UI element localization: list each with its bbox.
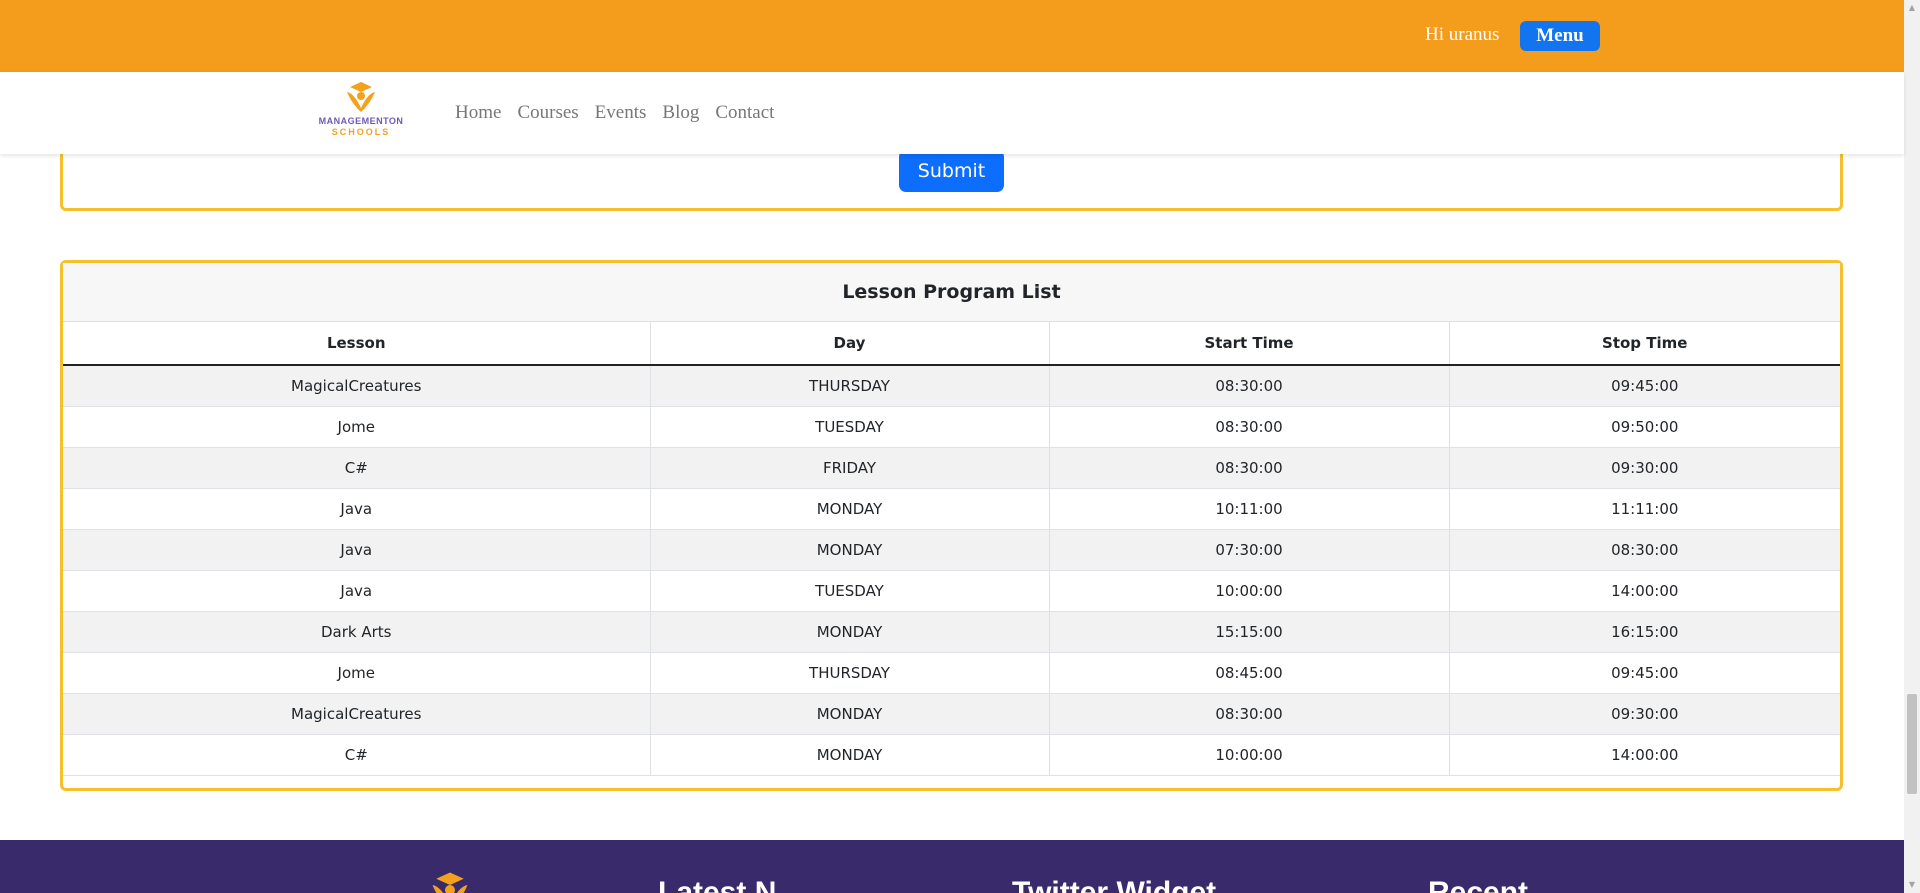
cell-day: MONDAY [650, 529, 1050, 571]
footer-logo-icon [432, 872, 468, 893]
cell-start-time: 10:00:00 [1049, 734, 1450, 776]
cell-day: THURSDAY [650, 365, 1050, 407]
table-row: MagicalCreatures THURSDAY 08:30:00 09:45… [63, 365, 1840, 407]
table-row: MagicalCreatures MONDAY 08:30:00 09:30:0… [63, 693, 1840, 735]
cell-day: THURSDAY [650, 652, 1050, 694]
table-row: Dark Arts MONDAY 15:15:00 16:15:00 [63, 611, 1840, 653]
column-header-day: Day [650, 322, 1050, 366]
cell-stop-time: 14:00:00 [1449, 570, 1840, 612]
logo-emblem-icon [347, 82, 375, 112]
cell-stop-time: 09:45:00 [1449, 365, 1840, 407]
footer-heading-news: Latest N [658, 876, 777, 893]
nav-blog[interactable]: Blog [662, 102, 699, 124]
cell-start-time: 08:30:00 [1049, 447, 1450, 489]
logo-text-line2: SCHOOLS [331, 127, 391, 137]
main-navbar: MANAGEMENTON SCHOOLS Home Courses Events… [0, 72, 1904, 154]
cell-stop-time: 09:50:00 [1449, 406, 1840, 448]
cell-day: MONDAY [650, 488, 1050, 530]
cell-start-time: 10:00:00 [1049, 570, 1450, 612]
table-header-row: Lesson Day Start Time Stop Time [63, 322, 1840, 366]
cell-stop-time: 11:11:00 [1449, 488, 1840, 530]
table-row: Jome THURSDAY 08:45:00 09:45:00 [63, 652, 1840, 694]
table-row: C# MONDAY 10:00:00 14:00:00 [63, 734, 1840, 776]
column-header-lesson: Lesson [63, 322, 651, 366]
cell-start-time: 08:45:00 [1049, 652, 1450, 694]
cell-lesson: MagicalCreatures [63, 693, 651, 735]
cell-start-time: 10:11:00 [1049, 488, 1450, 530]
cell-start-time: 08:30:00 [1049, 406, 1450, 448]
cell-stop-time: 08:30:00 [1449, 529, 1840, 571]
cell-lesson: MagicalCreatures [63, 365, 651, 407]
scroll-down-icon[interactable]: ▼ [1904, 877, 1920, 893]
cell-lesson: Java [63, 570, 651, 612]
nav-courses[interactable]: Courses [517, 102, 578, 124]
cell-day: MONDAY [650, 693, 1050, 735]
cell-day: MONDAY [650, 611, 1050, 653]
column-header-start-time: Start Time [1049, 322, 1450, 366]
cell-lesson: Jome [63, 406, 651, 448]
cell-start-time: 08:30:00 [1049, 365, 1450, 407]
nav-events[interactable]: Events [595, 102, 647, 124]
cell-stop-time: 14:00:00 [1449, 734, 1840, 776]
cell-lesson: Java [63, 529, 651, 571]
page-scrollbar[interactable]: ▲ ▼ [1904, 0, 1920, 893]
site-footer: Latest N Twitter Widget Recent [0, 840, 1904, 893]
column-header-stop-time: Stop Time [1449, 322, 1840, 366]
cell-lesson: C# [63, 447, 651, 489]
scrollbar-thumb[interactable] [1907, 694, 1917, 794]
cell-stop-time: 09:45:00 [1449, 652, 1840, 694]
cell-lesson: Java [63, 488, 651, 530]
cell-stop-time: 09:30:00 [1449, 693, 1840, 735]
school-logo[interactable]: MANAGEMENTON SCHOOLS [308, 80, 414, 144]
cell-stop-time: 09:30:00 [1449, 447, 1840, 489]
cell-start-time: 15:15:00 [1049, 611, 1450, 653]
lesson-program-table: Lesson Day Start Time Stop Time MagicalC… [63, 322, 1840, 776]
nav-home[interactable]: Home [455, 102, 501, 124]
submit-button[interactable]: Submit [899, 150, 1004, 192]
nav-links: Home Courses Events Blog Contact [455, 102, 774, 124]
cell-start-time: 07:30:00 [1049, 529, 1450, 571]
cell-lesson: Dark Arts [63, 611, 651, 653]
table-row: C# FRIDAY 08:30:00 09:30:00 [63, 447, 1840, 489]
cell-start-time: 08:30:00 [1049, 693, 1450, 735]
cell-stop-time: 16:15:00 [1449, 611, 1840, 653]
top-bar: Hi uranus Menu [0, 0, 1904, 72]
user-greeting: Hi uranus [1425, 24, 1500, 45]
table-row: Java TUESDAY 10:00:00 14:00:00 [63, 570, 1840, 612]
footer-heading-recent: Recent [1428, 876, 1529, 893]
nav-contact[interactable]: Contact [715, 102, 774, 124]
table-row: Jome TUESDAY 08:30:00 09:50:00 [63, 406, 1840, 448]
cell-day: TUESDAY [650, 570, 1050, 612]
cell-lesson: C# [63, 734, 651, 776]
table-row: Java MONDAY 07:30:00 08:30:00 [63, 529, 1840, 571]
lesson-program-title: Lesson Program List [63, 263, 1840, 322]
cell-day: MONDAY [650, 734, 1050, 776]
cell-day: FRIDAY [650, 447, 1050, 489]
menu-button[interactable]: Menu [1520, 21, 1600, 51]
cell-day: TUESDAY [650, 406, 1050, 448]
lesson-program-card: Lesson Program List Lesson Day Start Tim… [60, 260, 1843, 791]
logo-text-line1: MANAGEMENTON [318, 116, 404, 126]
footer-heading-twitter: Twitter Widget [1012, 876, 1217, 893]
cell-lesson: Jome [63, 652, 651, 694]
scroll-up-icon[interactable]: ▲ [1904, 0, 1920, 16]
table-row: Java MONDAY 10:11:00 11:11:00 [63, 488, 1840, 530]
